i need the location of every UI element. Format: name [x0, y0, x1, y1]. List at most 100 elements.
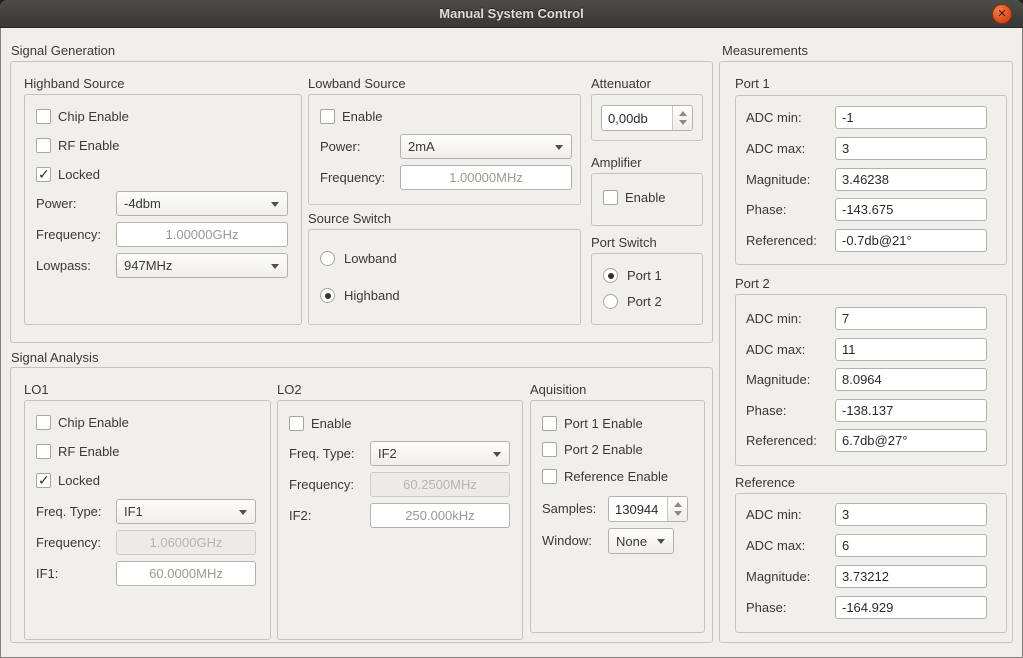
aquisition-port2-enable-checkbox[interactable] [542, 442, 557, 457]
aquisition-samples-input[interactable] [609, 497, 667, 521]
chevron-down-icon [657, 539, 665, 544]
port1-referenced-input[interactable] [835, 229, 987, 252]
port2-adc-min-input[interactable] [835, 307, 987, 330]
reference-adc-min-input[interactable] [835, 503, 987, 526]
lo2-freq-type-select[interactable]: IF2 [370, 441, 510, 466]
port1-adc-max-input[interactable] [835, 137, 987, 160]
port-switch-title: Port Switch [591, 235, 657, 250]
measurements-reference-title: Reference [735, 475, 795, 490]
lowband-enable-checkbox[interactable] [320, 109, 335, 124]
spin-down-icon[interactable] [674, 511, 682, 516]
aquisition-reference-enable-checkbox[interactable] [542, 469, 557, 484]
port2-referenced-input[interactable] [835, 429, 987, 452]
lowband-frequency-input[interactable] [400, 165, 572, 190]
port-switch-group [591, 253, 703, 325]
lowband-power-select[interactable]: 2mA [400, 134, 572, 159]
port2-adc-min-label: ADC min: [746, 311, 802, 326]
lo2-frequency-input [370, 472, 510, 497]
chevron-down-icon [271, 264, 279, 269]
aquisition-reference-enable-label[interactable]: Reference Enable [564, 469, 668, 484]
lo1-if1-input[interactable] [116, 561, 256, 586]
lo1-freq-type-value: IF1 [124, 504, 143, 519]
chevron-down-icon [239, 510, 247, 515]
source-switch-highband-radio[interactable] [320, 288, 335, 303]
lowband-frequency-label: Frequency: [320, 170, 385, 185]
aquisition-window-label: Window: [542, 533, 592, 548]
highband-chip-enable-label[interactable]: Chip Enable [58, 109, 129, 124]
aquisition-port1-enable-label[interactable]: Port 1 Enable [564, 416, 643, 431]
port2-magnitude-label: Magnitude: [746, 372, 810, 387]
manual-system-control-window: Manual System Control ✕ Signal Generatio… [0, 0, 1023, 658]
aquisition-window-value: None [616, 534, 647, 549]
lo2-freq-type-value: IF2 [378, 446, 397, 461]
highband-power-select[interactable]: -4dbm [116, 191, 288, 216]
chevron-down-icon [555, 145, 563, 150]
port2-magnitude-input[interactable] [835, 368, 987, 391]
lo1-frequency-input [116, 530, 256, 555]
window-title: Manual System Control [439, 6, 583, 21]
highband-rf-enable-label[interactable]: RF Enable [58, 138, 119, 153]
port1-adc-min-input[interactable] [835, 106, 987, 129]
signal-analysis-title: Signal Analysis [11, 350, 98, 365]
attenuator-input[interactable] [602, 106, 672, 130]
lo2-if2-input[interactable] [370, 503, 510, 528]
aquisition-port2-enable-label[interactable]: Port 2 Enable [564, 442, 643, 457]
attenuator-spinbox[interactable] [601, 105, 693, 131]
lo2-if2-label: IF2: [289, 508, 311, 523]
lo1-freq-type-select[interactable]: IF1 [116, 499, 256, 524]
spin-up-icon[interactable] [674, 502, 682, 507]
highband-locked-label[interactable]: Locked [58, 167, 100, 182]
lo1-chip-enable-label[interactable]: Chip Enable [58, 415, 129, 430]
highband-power-value: -4dbm [124, 196, 161, 211]
lo1-chip-enable-checkbox[interactable] [36, 415, 51, 430]
highband-locked-checkbox[interactable] [36, 167, 51, 182]
port2-adc-max-label: ADC max: [746, 342, 805, 357]
highband-frequency-label: Frequency: [36, 227, 101, 242]
lo1-rf-enable-checkbox[interactable] [36, 444, 51, 459]
lowband-power-value: 2mA [408, 139, 435, 154]
port-switch-port2-radio[interactable] [603, 294, 618, 309]
lo2-enable-checkbox[interactable] [289, 416, 304, 431]
highband-frequency-input[interactable] [116, 222, 288, 247]
port1-magnitude-input[interactable] [835, 168, 987, 191]
lo2-frequency-label: Frequency: [289, 477, 354, 492]
source-switch-lowband-label[interactable]: Lowband [344, 251, 397, 266]
aquisition-window-select[interactable]: None [608, 528, 674, 554]
reference-magnitude-input[interactable] [835, 565, 987, 588]
lo1-locked-checkbox[interactable] [36, 473, 51, 488]
close-icon: ✕ [997, 9, 1006, 20]
port-switch-port2-label[interactable]: Port 2 [627, 294, 662, 309]
lo1-rf-enable-label[interactable]: RF Enable [58, 444, 119, 459]
highband-lowpass-value: 947MHz [124, 258, 172, 273]
highband-rf-enable-checkbox[interactable] [36, 138, 51, 153]
port1-phase-label: Phase: [746, 202, 786, 217]
reference-adc-min-label: ADC min: [746, 507, 802, 522]
aquisition-port1-enable-checkbox[interactable] [542, 416, 557, 431]
reference-phase-input[interactable] [835, 596, 987, 619]
close-button[interactable]: ✕ [992, 4, 1012, 24]
highband-source-title: Highband Source [24, 76, 124, 91]
reference-magnitude-label: Magnitude: [746, 569, 810, 584]
port-switch-port1-radio[interactable] [603, 268, 618, 283]
lo2-enable-label[interactable]: Enable [311, 416, 351, 431]
source-switch-group [308, 229, 581, 325]
port2-phase-input[interactable] [835, 399, 987, 422]
titlebar[interactable]: Manual System Control ✕ [0, 0, 1023, 28]
highband-lowpass-select[interactable]: 947MHz [116, 253, 288, 278]
spin-down-icon[interactable] [679, 120, 687, 125]
port1-phase-input[interactable] [835, 198, 987, 221]
amplifier-enable-label[interactable]: Enable [625, 190, 665, 205]
amplifier-enable-checkbox[interactable] [603, 190, 618, 205]
reference-adc-max-input[interactable] [835, 534, 987, 557]
lo1-locked-label[interactable]: Locked [58, 473, 100, 488]
source-switch-lowband-radio[interactable] [320, 251, 335, 266]
port2-adc-max-input[interactable] [835, 338, 987, 361]
lo1-frequency-label: Frequency: [36, 535, 101, 550]
source-switch-highband-label[interactable]: Highband [344, 288, 400, 303]
highband-chip-enable-checkbox[interactable] [36, 109, 51, 124]
port1-adc-max-label: ADC max: [746, 141, 805, 156]
aquisition-samples-spinbox[interactable] [608, 496, 688, 522]
port-switch-port1-label[interactable]: Port 1 [627, 268, 662, 283]
spin-up-icon[interactable] [679, 111, 687, 116]
lowband-enable-label[interactable]: Enable [342, 109, 382, 124]
